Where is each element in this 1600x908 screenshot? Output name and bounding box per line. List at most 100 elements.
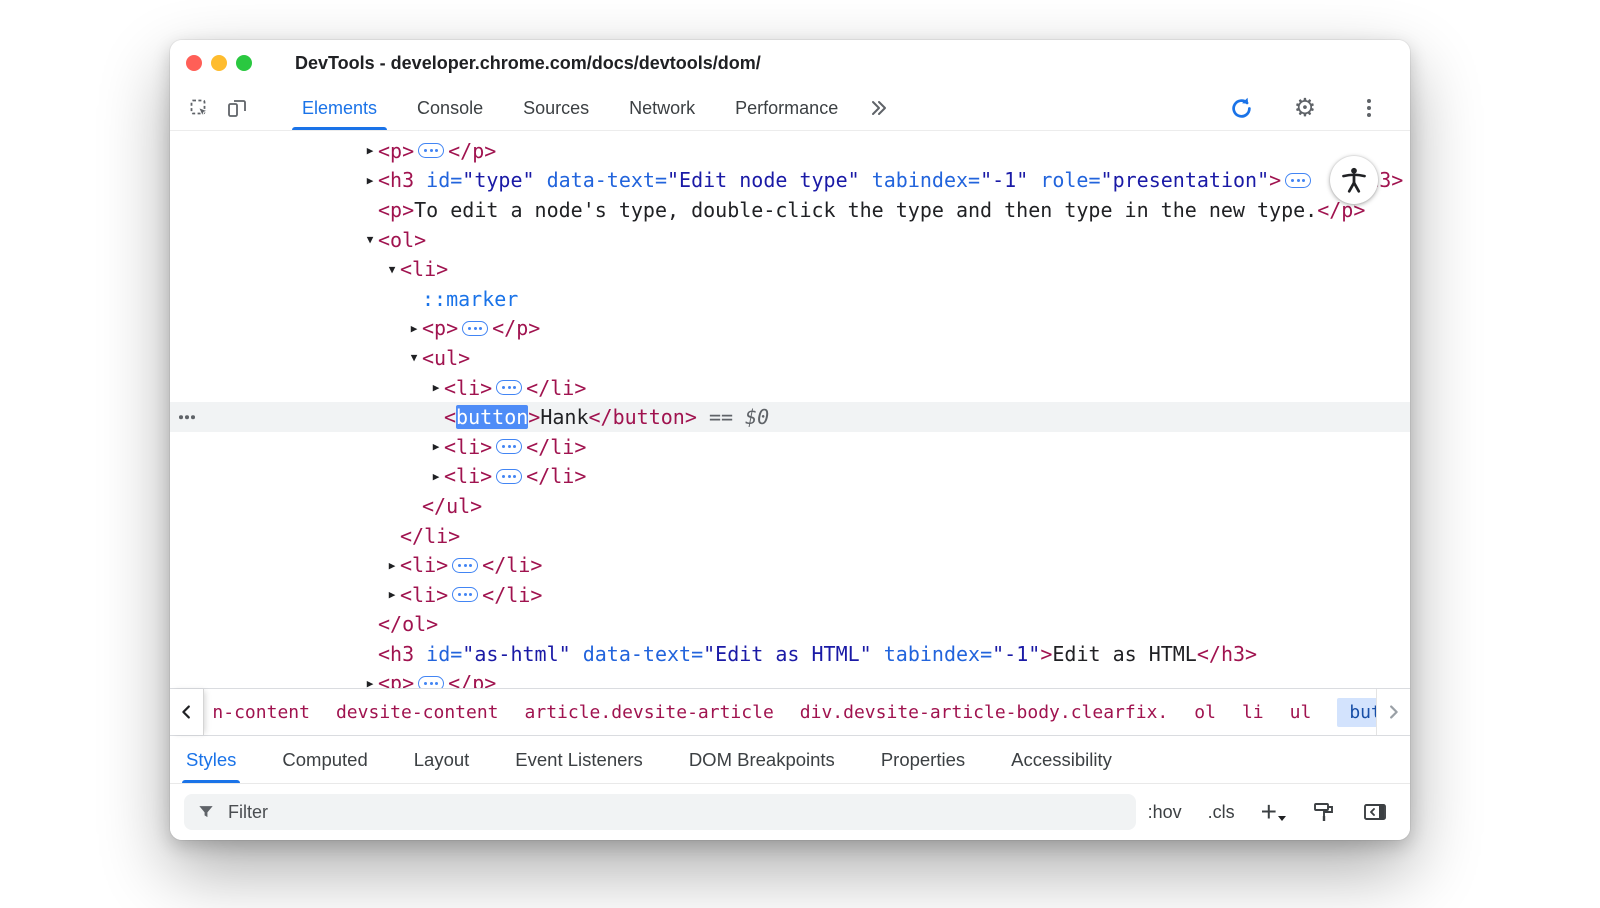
rendering-emulations-icon[interactable]	[1312, 800, 1336, 824]
code-token-val: "presentation"	[1101, 168, 1270, 192]
breadcrumb-item[interactable]: div.devsite-article-body.clearfix.	[800, 702, 1168, 723]
disclosure-expanded-icon[interactable]: ▼	[362, 233, 378, 246]
disclosure-collapsed-icon[interactable]: ▶	[362, 144, 378, 157]
inline-expand-icon[interactable]	[1285, 173, 1311, 188]
minimize-button[interactable]	[211, 55, 227, 71]
dom-tree-row[interactable]: </ul>	[170, 491, 1410, 521]
more-panels-icon[interactable]	[858, 86, 898, 130]
dom-tree-row[interactable]: ▶<li></li>	[170, 373, 1410, 403]
code-token-tag: <li>	[400, 583, 448, 607]
breadcrumb-item[interactable]: article.devsite-article	[525, 702, 774, 723]
inline-expand-icon[interactable]	[496, 439, 522, 454]
dom-tree-row[interactable]: ▶<p></p>	[170, 314, 1410, 344]
dom-tree-row[interactable]: ▶<li></li>	[170, 550, 1410, 580]
code-token-tag: <p>	[378, 139, 414, 163]
device-toolbar-icon[interactable]	[218, 90, 256, 126]
tab-console[interactable]: Console	[397, 86, 503, 130]
toggle-sidebar-icon[interactable]	[1362, 800, 1388, 824]
code-token-tag: </li>	[400, 524, 460, 548]
tab-performance[interactable]: Performance	[715, 86, 858, 130]
disclosure-expanded-icon[interactable]: ▼	[384, 263, 400, 276]
fullscreen-button[interactable]	[236, 55, 252, 71]
dom-tree-row[interactable]: <h3 id="as-html" data-text="Edit as HTML…	[170, 639, 1410, 669]
tab-network[interactable]: Network	[609, 86, 715, 130]
accessibility-person-icon	[1330, 156, 1378, 204]
disclosure-collapsed-icon[interactable]: ▶	[362, 174, 378, 187]
disclosure-collapsed-icon[interactable]: ▶	[384, 559, 400, 572]
tab-properties[interactable]: Properties	[881, 736, 965, 783]
code-token-tag: <h3	[378, 168, 426, 192]
sidebar-tabs: Styles Computed Layout Event Listeners D…	[170, 735, 1410, 784]
dom-tree-row[interactable]: ▶<li> </li>	[170, 462, 1410, 492]
code-token-tag: <p>	[378, 198, 414, 222]
row-more-actions-icon[interactable]	[179, 415, 195, 419]
toolbar-right: ⚙	[1222, 86, 1410, 130]
code-token-plain	[535, 168, 547, 192]
kebab-menu-icon[interactable]	[1350, 90, 1388, 126]
disclosure-collapsed-icon[interactable]: ▶	[428, 440, 444, 453]
breadcrumb-item[interactable]: ol	[1194, 702, 1216, 723]
tab-accessibility[interactable]: Accessibility	[1011, 736, 1112, 783]
disclosure-expanded-icon[interactable]: ▼	[406, 351, 422, 364]
tab-dom-breakpoints[interactable]: DOM Breakpoints	[689, 736, 835, 783]
inline-expand-icon[interactable]	[418, 676, 444, 688]
breadcrumb-bar: n-content devsite-content article.devsit…	[170, 688, 1410, 735]
code-token-tag: </li>	[482, 553, 542, 577]
inline-expand-icon[interactable]	[452, 558, 478, 573]
settings-gear-icon[interactable]: ⚙	[1286, 90, 1324, 126]
close-button[interactable]	[186, 55, 202, 71]
breadcrumb-item[interactable]: li	[1242, 702, 1264, 723]
sync-icon[interactable]	[1222, 90, 1260, 126]
disclosure-collapsed-icon[interactable]: ▶	[362, 677, 378, 688]
code-token-tag: </li>	[482, 583, 542, 607]
dom-tree-row[interactable]: ▼<ul>	[170, 343, 1410, 373]
dom-tree-row[interactable]: ▶<li> </li>	[170, 580, 1410, 610]
tab-sources[interactable]: Sources	[503, 86, 609, 130]
code-token-tag: <li>	[444, 464, 492, 488]
dom-tree-row[interactable]: ▶<p></p>	[170, 669, 1410, 688]
inline-expand-icon[interactable]	[418, 143, 444, 158]
dom-tree-row[interactable]: ::marker	[170, 284, 1410, 314]
element-classes-button[interactable]: .cls	[1208, 802, 1235, 823]
tab-event-listeners[interactable]: Event Listeners	[515, 736, 643, 783]
breadcrumb-item-selected[interactable]: button	[1337, 698, 1375, 727]
disclosure-collapsed-icon[interactable]: ▶	[406, 322, 422, 335]
breadcrumb-item[interactable]: n-content	[212, 702, 310, 723]
toggle-element-state-button[interactable]: :hov	[1148, 802, 1182, 823]
dom-tree-row[interactable]: ▼<li>	[170, 254, 1410, 284]
dom-tree-row[interactable]: ▶<h3 id="type" data-text="Edit node type…	[170, 166, 1410, 196]
new-style-rule-button[interactable]: +	[1261, 801, 1286, 823]
code-token-attr: role=	[1040, 168, 1100, 192]
inline-expand-icon[interactable]	[452, 587, 478, 602]
tab-computed[interactable]: Computed	[282, 736, 367, 783]
dom-tree-row[interactable]: ▶<li></li>	[170, 432, 1410, 462]
breadcrumb-scroll-right-button[interactable]	[1376, 689, 1410, 735]
inline-expand-icon[interactable]	[462, 321, 488, 336]
tab-layout[interactable]: Layout	[414, 736, 470, 783]
disclosure-collapsed-icon[interactable]: ▶	[428, 470, 444, 483]
dom-tree-row[interactable]: <p>To edit a node's type, double-click t…	[170, 195, 1410, 225]
styles-toolbar: :hov .cls +	[170, 784, 1410, 840]
inspect-element-icon[interactable]	[180, 90, 218, 126]
inline-expand-icon[interactable]	[496, 380, 522, 395]
breadcrumb-item[interactable]: devsite-content	[336, 702, 499, 723]
tab-elements[interactable]: Elements	[282, 86, 397, 130]
dom-tree-row-selected[interactable]: <button>Hank</button> == $0	[170, 402, 1410, 432]
styles-filter-input[interactable]	[226, 801, 1124, 824]
dom-tree-row[interactable]: ▼<ol>	[170, 225, 1410, 255]
styles-filter-field[interactable]	[184, 794, 1136, 830]
tab-styles[interactable]: Styles	[186, 736, 236, 783]
gear-glyph: ⚙	[1294, 96, 1316, 121]
dom-tree-row[interactable]: </ol>	[170, 610, 1410, 640]
breadcrumb-scroll-left-button[interactable]	[170, 689, 204, 735]
inline-expand-icon[interactable]	[496, 469, 522, 484]
dom-tree-row[interactable]: ▶<p></p>	[170, 136, 1410, 166]
code-token-tag: <li>	[444, 435, 492, 459]
dom-tree-row[interactable]: </li>	[170, 521, 1410, 551]
disclosure-collapsed-icon[interactable]: ▶	[428, 381, 444, 394]
disclosure-collapsed-icon[interactable]: ▶	[384, 588, 400, 601]
breadcrumb-list: n-content devsite-content article.devsit…	[204, 689, 1375, 735]
breadcrumb-item[interactable]: ul	[1290, 702, 1312, 723]
code-token-tag: </li>	[526, 376, 586, 400]
code-token-tag: </li>	[526, 464, 586, 488]
